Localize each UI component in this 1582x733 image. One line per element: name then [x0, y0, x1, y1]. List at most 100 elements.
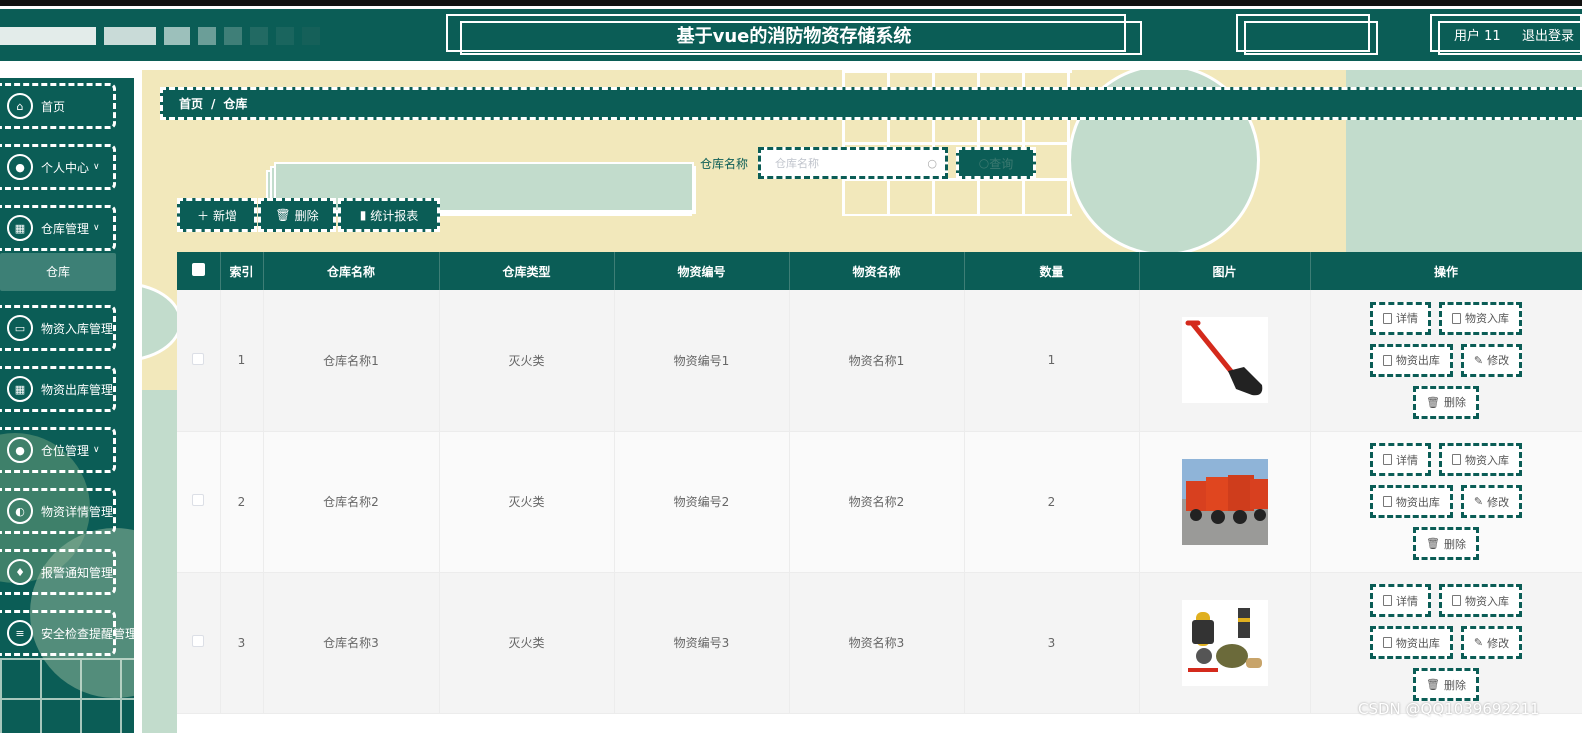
detail-button[interactable]: 详情	[1370, 301, 1431, 335]
delete-button[interactable]: 🗑 删除	[258, 198, 336, 232]
delete-button-label: 删除	[294, 208, 319, 223]
row-delete-button[interactable]: 🗑 删除	[1413, 668, 1479, 701]
edit-button[interactable]: ✎ 修改	[1460, 343, 1523, 377]
sidebar-item-label: 物资出库管理	[41, 382, 114, 397]
breadcrumb-home[interactable]: 首页	[179, 95, 203, 112]
top-bar: 基于vue的消防物资存储系统 用户 11 退出登录	[0, 0, 1582, 66]
row-checkbox[interactable]	[192, 352, 205, 365]
sidebar-item-safety-check[interactable]: ≡ 安全检查提醒管理	[0, 610, 134, 656]
detail-button-label: 详情	[1396, 594, 1418, 608]
truck-wheel	[1232, 509, 1247, 524]
sidebar-item-warehouse[interactable]: ▦ 仓库管理 ∨	[0, 205, 116, 251]
sidebar-item-label: 物资入库管理	[41, 321, 114, 336]
select-all-checkbox[interactable]	[191, 263, 205, 276]
logout-link[interactable]: 退出登录	[1522, 25, 1574, 44]
column-header: 图片	[1139, 252, 1311, 290]
warehouse-cell: 仓库名称2	[263, 431, 440, 573]
search-button[interactable]: ○ 查询	[956, 147, 1036, 179]
pencil-icon: ✎	[1473, 353, 1484, 367]
image-cell	[1139, 572, 1311, 714]
name-cell: 物资名称2	[789, 431, 965, 573]
column-header: 物资编号	[614, 252, 790, 290]
add-button-label: 新增	[213, 208, 238, 223]
header-decoration	[198, 27, 216, 45]
header-decoration	[250, 27, 268, 45]
table-row: 2 仓库名称2 灭火类 物资编号2 物资名称2 2 详情 物资入库 物资出库 ✎…	[177, 431, 1582, 573]
add-button[interactable]: ＋ 新增	[177, 198, 257, 232]
search-input[interactable]	[761, 150, 945, 176]
tank-strap	[1191, 619, 1214, 644]
report-button-label: 统计报表	[370, 208, 419, 223]
stock-in-button-label: 物资入库	[1465, 453, 1509, 467]
breadcrumb-current: 仓库	[223, 97, 248, 111]
name-cell: 物资名称3	[789, 572, 965, 714]
sidebar-item-stock-out[interactable]: ▦ 物资出库管理	[0, 366, 116, 412]
breadcrumb: 首页 / 仓库	[160, 87, 1582, 120]
shovel-image[interactable]	[1181, 317, 1268, 404]
document-icon	[1452, 454, 1461, 465]
sidebar-item-home[interactable]: ⌂ 首页	[0, 83, 116, 129]
stock-out-button[interactable]: 物资出库	[1369, 485, 1453, 518]
qty-cell: 2	[964, 431, 1140, 573]
type-cell: 灭火类	[439, 290, 615, 432]
stock-out-button[interactable]: 物资出库	[1369, 343, 1453, 377]
edit-button[interactable]: ✎ 修改	[1460, 626, 1523, 659]
index-cell: 1	[220, 290, 264, 432]
detail-button[interactable]: 详情	[1370, 443, 1431, 476]
column-header: 操作	[1310, 252, 1582, 290]
watermark: CSDN @QQ1039692211	[1358, 700, 1540, 718]
tool	[1187, 667, 1218, 672]
document-icon	[1382, 637, 1392, 648]
trash-icon: 🗑	[1426, 395, 1440, 409]
type-cell: 灭火类	[439, 431, 615, 573]
index-cell: 2	[220, 431, 264, 573]
document-icon	[1382, 354, 1392, 366]
truck-body	[1185, 480, 1208, 511]
sidebar-item-stock-in[interactable]: ▭ 物资入库管理	[0, 305, 116, 351]
stock-in-button[interactable]: 物资入库	[1439, 443, 1522, 476]
search-icon: ○	[978, 156, 990, 170]
header-frame	[1244, 21, 1378, 55]
grid-icon: ▦	[7, 215, 33, 241]
actions-cell: 详情 物资入库 物资出库 ✎ 修改 🗑 删除	[1310, 290, 1582, 432]
sidebar-subitem-warehouse[interactable]: 仓库	[0, 253, 116, 291]
document-icon	[1382, 496, 1392, 507]
sidebar-item-material-detail[interactable]: ◐ 物资详情管理	[0, 488, 116, 534]
monitor-icon: ▭	[7, 315, 33, 341]
bg-circle-decoration	[142, 282, 182, 362]
sidebar-item-alarm[interactable]: ♦ 报警通知管理	[0, 549, 116, 595]
qty-cell: 3	[964, 572, 1140, 714]
fire-gear-image[interactable]	[1181, 599, 1268, 686]
code-cell: 物资编号1	[614, 290, 790, 432]
fire-trucks-image[interactable]	[1181, 458, 1268, 545]
column-header: 仓库类型	[439, 252, 615, 290]
sidebar-item-profile[interactable]: ● 个人中心 ∨	[0, 144, 116, 190]
image-cell	[1139, 290, 1311, 432]
search-button-label: 查询	[989, 156, 1014, 171]
stock-in-button[interactable]: 物资入库	[1439, 301, 1522, 335]
detail-button-label: 详情	[1396, 312, 1418, 326]
search-icon: ○	[927, 157, 937, 170]
search-field[interactable]: ○	[758, 147, 948, 179]
breadcrumb-separator: /	[211, 96, 216, 111]
stock-out-button-label: 物资出库	[1395, 495, 1440, 509]
user-icon: ●	[7, 437, 33, 463]
pencil-icon: ✎	[1473, 495, 1484, 508]
warehouse-cell: 仓库名称1	[263, 290, 440, 432]
stock-in-button[interactable]: 物资入库	[1439, 584, 1522, 617]
column-header: 数量	[964, 252, 1140, 290]
table-header-row: 索引 仓库名称 仓库类型 物资编号 物资名称 数量 图片 操作	[177, 252, 1582, 290]
sidebar-item-location[interactable]: ● 仓位管理 ∨	[0, 427, 116, 473]
edit-button[interactable]: ✎ 修改	[1460, 485, 1523, 518]
stock-out-button[interactable]: 物资出库	[1369, 626, 1453, 659]
document-icon	[1452, 312, 1461, 324]
detail-button[interactable]: 详情	[1370, 584, 1431, 617]
row-checkbox[interactable]	[192, 494, 205, 506]
report-button[interactable]: ▮ 统计报表	[338, 198, 440, 232]
sidebar-item-label: 个人中心	[41, 160, 90, 175]
row-delete-button[interactable]: 🗑 删除	[1413, 527, 1479, 560]
column-header: 物资名称	[789, 252, 965, 290]
row-checkbox[interactable]	[192, 635, 205, 647]
row-delete-button[interactable]: 🗑 删除	[1413, 385, 1479, 419]
warehouse-cell: 仓库名称3	[263, 572, 440, 714]
